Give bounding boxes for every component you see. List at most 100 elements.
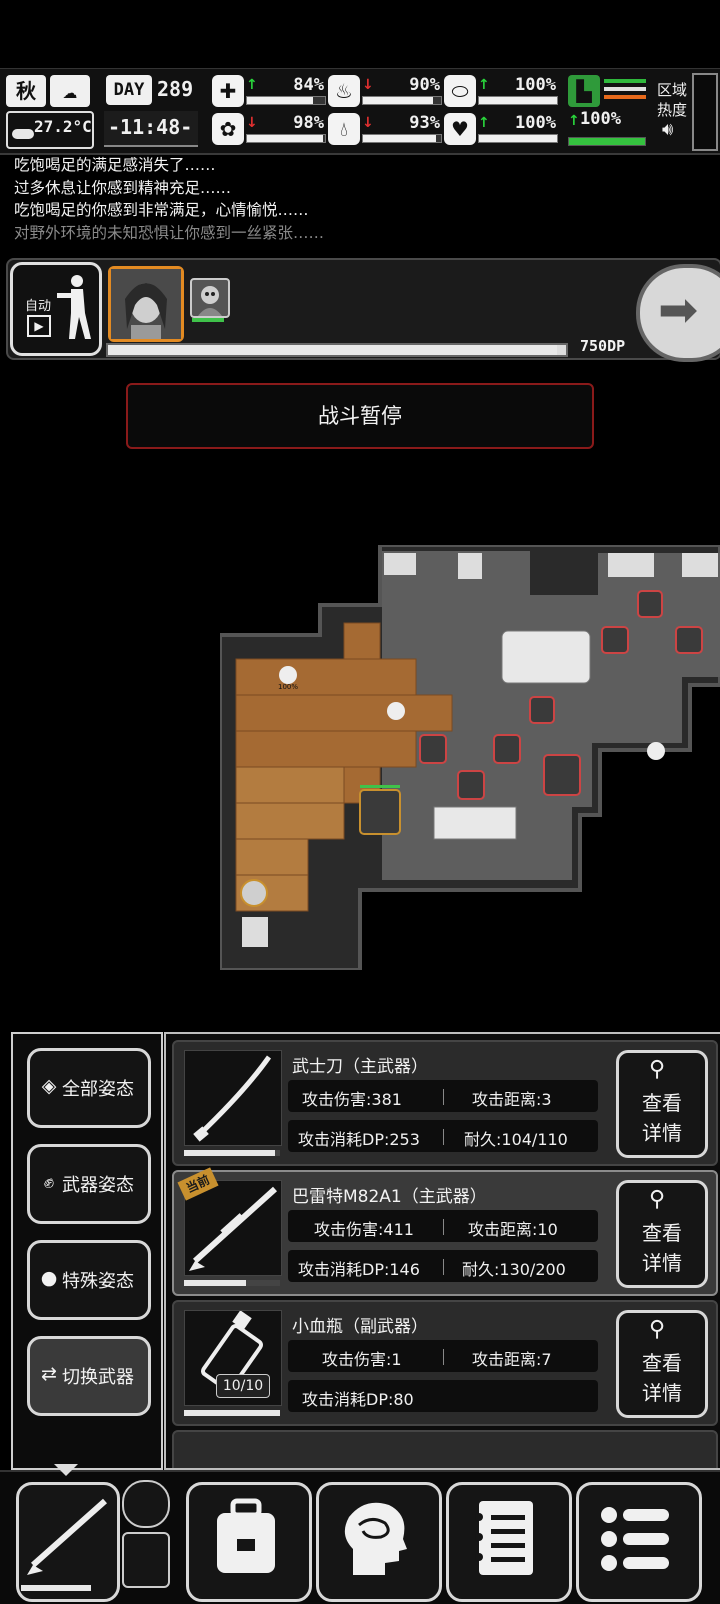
temperature-label: 27.2°C — [34, 117, 92, 136]
attack-range: 攻击距离:3 — [472, 1090, 552, 1109]
trend-arrow: ↓ — [362, 77, 374, 93]
all-stance-button[interactable]: ◈ 全部姿态 — [27, 1048, 151, 1128]
selected-enemy[interactable] — [359, 789, 401, 835]
weapon-name: 巴雷特M82A1（主武器） — [292, 1187, 487, 1207]
season-label: 秋 — [16, 79, 36, 103]
zombie-icon — [198, 286, 222, 316]
log-line: 过多休息让你感到精神充足…… — [14, 178, 232, 197]
log-line: 吃饱喝足的你感到非常满足，心情愉悦…… — [14, 201, 309, 219]
auto-battle-button[interactable]: 自动 ▶ — [10, 262, 102, 356]
water-drop-icon: 💧︎ — [328, 113, 360, 145]
stat-brain: ✿ ↓ 98% — [212, 113, 326, 145]
sniper-rifle-icon — [27, 1498, 107, 1575]
season-badge: 秋 — [6, 75, 46, 107]
weapon-stats-row: 攻击伤害:1 攻击距离:7 — [288, 1340, 598, 1372]
stance-panel: ◈ 全部姿态 ✊︎ 武器姿态 ● 特殊姿态 ⇄ 切换武器 — [11, 1032, 163, 1470]
weapon-stats-row: 攻击消耗DP:253 耐久:104/110 — [288, 1120, 598, 1152]
attack-range: 攻击距离:7 — [472, 1350, 552, 1369]
details-label: 查看 — [642, 1091, 682, 1115]
battle-map[interactable]: 100% — [220, 545, 720, 970]
durability: 耐久:104/110 — [464, 1130, 568, 1149]
stat-bar — [246, 96, 326, 105]
safe — [458, 553, 482, 579]
weapon-card-partial[interactable] — [172, 1430, 718, 1468]
enemy-health-bar — [192, 318, 224, 322]
weapon-card[interactable]: 当前 巴雷特M82A1（主武器） 攻击伤害:411 攻击距离:10 攻击消耗DP… — [172, 1167, 718, 1296]
view-details-button[interactable]: ⚲ 查看 详情 — [616, 1310, 708, 1418]
player-portrait[interactable] — [108, 266, 184, 342]
weapon-stance-label: 武器姿态 — [62, 1175, 134, 1196]
equipped-weapon-button[interactable] — [16, 1482, 120, 1602]
weapon-card[interactable]: 10/10 小血瓶（副武器） 攻击伤害:1 攻击距离:7 攻击消耗DP:80 ⚲… — [172, 1300, 718, 1426]
blade-skill-icon[interactable] — [122, 1480, 170, 1528]
weapon-name: 武士刀（主武器） — [292, 1057, 428, 1077]
trend-arrow: ↑ — [246, 77, 258, 93]
enemy-portrait[interactable] — [190, 278, 230, 318]
weapon-stance-button[interactable]: ✊︎ 武器姿态 — [27, 1144, 151, 1224]
weapon-stats-row: 攻击消耗DP:80 — [288, 1380, 598, 1412]
weapon-stats-row: 攻击伤害:381 攻击距离:3 — [288, 1080, 598, 1112]
weapon-card[interactable]: 武士刀（主武器） 攻击伤害:381 攻击距离:3 攻击消耗DP:253 耐久:1… — [172, 1040, 718, 1166]
day-label: DAY — [113, 80, 145, 100]
journal-button[interactable] — [446, 1482, 572, 1602]
view-details-button[interactable]: ⚲ 查看 详情 — [616, 1050, 708, 1158]
trend-arrow: ↑ — [478, 77, 490, 93]
day-badge: DAY — [106, 75, 152, 105]
battle-pause-button[interactable]: 战斗暂停 — [126, 383, 594, 449]
boot-icon: ▙ — [568, 75, 600, 107]
swap-icon: ⇄ — [41, 1363, 57, 1385]
stamina-bars — [604, 79, 646, 101]
stamina-trend-arrow: ↑ — [568, 113, 580, 129]
trend-arrow: ↑ — [478, 115, 490, 131]
stat-medkit: ✚ ↑ 84% — [212, 75, 326, 107]
magnifier-icon: ⚲ — [649, 1317, 666, 1342]
dp-cost: 攻击消耗DP:80 — [302, 1390, 414, 1409]
map-percent-label: 100% — [278, 683, 298, 691]
durability-bar — [184, 1150, 280, 1156]
attack-damage: 攻击伤害:1 — [322, 1350, 402, 1369]
stomach-icon: ♨ — [328, 75, 360, 107]
player-token[interactable] — [240, 879, 268, 907]
next-turn-button[interactable]: ➡ — [636, 264, 720, 362]
stairs — [242, 917, 268, 947]
auto-label: 自动 — [25, 299, 52, 314]
view-details-button[interactable]: ⚲ 查看 详情 — [616, 1180, 708, 1288]
play-icon: ▶ — [27, 315, 51, 337]
medkit-icon: ✚ — [212, 75, 244, 107]
details-label: 详情 — [642, 1381, 682, 1405]
heart-icon: ♥ — [444, 113, 476, 145]
skills-button[interactable] — [316, 1482, 442, 1602]
swap-weapon-button[interactable]: ⇄ 切换武器 — [27, 1336, 151, 1416]
shelf-2 — [682, 553, 718, 577]
pill-icon: ⬭ — [444, 75, 476, 107]
weapon-list[interactable]: 武士刀（主武器） 攻击伤害:381 攻击距离:3 攻击消耗DP:253 耐久:1… — [164, 1032, 720, 1470]
status-bar: 秋 ☁ 27.2°C DAY 289 -11:48- ✚ ↑ 84% ♨ ↓ 90% ⬭ ↑ 1… — [0, 68, 720, 155]
day-number: 289 — [157, 77, 194, 101]
slash-skill-icon[interactable] — [122, 1532, 170, 1588]
trend-arrow: ↓ — [246, 115, 258, 131]
menu-list-icon — [601, 1507, 669, 1571]
attack-damage: 攻击伤害:381 — [302, 1090, 402, 1109]
weapon-durability-bar — [21, 1585, 91, 1591]
weapon-stats-row: 攻击伤害:411 攻击距离:10 — [288, 1210, 598, 1242]
stat-value: 93% — [409, 113, 440, 133]
special-stance-button[interactable]: ● 特殊姿态 — [27, 1240, 151, 1320]
magnifier-icon: ⚲ — [649, 1187, 666, 1212]
stat-heart: ♥ ↑ 100% — [444, 113, 558, 145]
fist-icon: ✊︎ — [43, 1171, 55, 1193]
cabinet — [384, 553, 416, 575]
stat-bar — [478, 134, 558, 143]
dp-cost: 攻击消耗DP:146 — [298, 1260, 420, 1279]
shelf — [608, 553, 654, 577]
all-stance-label: 全部姿态 — [62, 1079, 134, 1100]
durability-bar — [184, 1410, 280, 1416]
ammo-count: 10/10 — [216, 1374, 270, 1398]
katana-icon — [184, 1050, 282, 1146]
stat-water-drop: 💧︎ ↓ 93% — [328, 113, 442, 145]
backpack-button[interactable] — [186, 1482, 312, 1602]
menu-button[interactable] — [576, 1482, 702, 1602]
durability: 耐久:130/200 — [462, 1260, 566, 1279]
region-heat-meter — [692, 73, 718, 151]
dp-value: 750DP — [580, 337, 626, 355]
speaker-icon[interactable]: 🔊︎ — [662, 119, 673, 140]
